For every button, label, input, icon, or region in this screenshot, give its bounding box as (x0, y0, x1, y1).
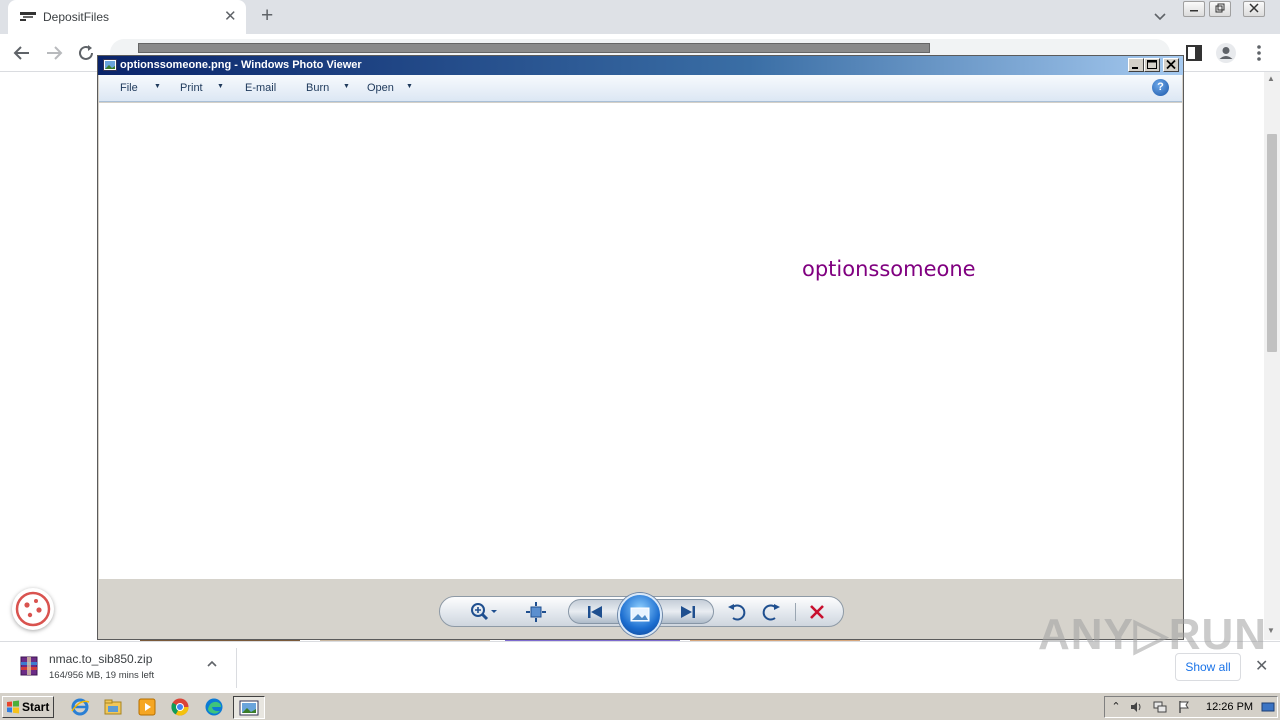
windows-logo-icon (7, 700, 19, 714)
scroll-down-icon[interactable]: ▼ (1267, 626, 1275, 635)
close-icon (1249, 3, 1259, 13)
photo-viewer-menubar: File ▼ Print ▼ E-mail Burn ▼ Open ▼ ? (99, 75, 1182, 102)
side-panel-icon[interactable] (1183, 42, 1205, 64)
pv-maximize-button[interactable] (1144, 58, 1160, 72)
browser-tab-strip: DepositFiles ✕ + (0, 0, 1280, 34)
reload-icon[interactable] (75, 42, 97, 64)
photo-viewer-window: optionssomeone.png - Windows Photo Viewe… (97, 55, 1184, 640)
winrar-archive-icon (20, 656, 38, 676)
pv-minimize-button[interactable] (1128, 58, 1144, 72)
restore-icon (1215, 3, 1225, 13)
photo-viewer-icon (239, 700, 259, 716)
start-label: Start (22, 700, 50, 714)
taskbar-clock[interactable]: 12:26 PM (1206, 701, 1253, 713)
scrollbar-thumb[interactable] (1267, 134, 1277, 352)
photo-viewer-controls (99, 579, 1182, 639)
rotate-left-icon[interactable] (725, 600, 749, 624)
file-explorer-icon[interactable] (103, 697, 123, 717)
chevron-down-icon[interactable] (1152, 8, 1168, 24)
photo-viewer-app-icon (103, 59, 117, 71)
cookie-settings-button[interactable] (12, 588, 54, 630)
network-icon[interactable] (1153, 700, 1167, 714)
menu-file[interactable]: File (120, 82, 138, 94)
download-divider (236, 648, 237, 688)
slideshow-button[interactable] (618, 593, 662, 637)
control-divider (795, 603, 796, 621)
chevron-down-icon[interactable]: ▼ (343, 83, 350, 90)
chevron-down-icon[interactable]: ▼ (406, 83, 413, 90)
background-window-remnant (138, 43, 930, 53)
volume-icon[interactable] (1129, 700, 1143, 714)
pv-close-button[interactable] (1163, 58, 1179, 72)
menu-email[interactable]: E-mail (245, 82, 276, 94)
back-arrow-icon[interactable] (11, 42, 33, 64)
profile-avatar-icon[interactable] (1215, 42, 1237, 64)
menu-open[interactable]: Open (367, 82, 394, 94)
close-icon (1166, 59, 1176, 70)
scroll-up-icon[interactable]: ▲ (1267, 74, 1275, 83)
photo-viewer-titlebar[interactable]: optionssomeone.png - Windows Photo Viewe… (98, 56, 1183, 75)
new-tab-button[interactable]: + (261, 4, 273, 28)
control-pill (439, 593, 844, 637)
show-desktop-icon[interactable] (1261, 700, 1275, 714)
browser-minimize-button[interactable] (1183, 1, 1205, 17)
anyrun-watermark: ANY▷RUN (1038, 610, 1268, 659)
menu-print[interactable]: Print (180, 82, 203, 94)
help-icon[interactable]: ? (1152, 79, 1169, 96)
maximize-icon (1147, 60, 1157, 69)
tray-expand-icon[interactable]: ⌃ (1109, 700, 1123, 714)
actual-size-icon[interactable] (524, 600, 548, 624)
cookie-icon (15, 591, 51, 627)
depositfiles-icon (20, 12, 36, 21)
minimize-icon (1190, 10, 1198, 12)
photo-viewer-task-button[interactable] (233, 696, 265, 719)
tab-title: DepositFiles (43, 10, 110, 24)
system-tray: ⌃ 12:26 PM (1104, 696, 1278, 718)
rotate-right-icon[interactable] (759, 600, 783, 624)
delete-icon[interactable] (805, 600, 829, 624)
download-filename[interactable]: nmac.to_sib850.zip (49, 652, 152, 666)
slideshow-icon (630, 607, 650, 622)
browser-close-button[interactable] (1243, 1, 1265, 17)
image-canvas: optionssomeone (99, 103, 1182, 579)
tab-close-icon[interactable]: ✕ (224, 7, 237, 25)
browser-restore-button[interactable] (1209, 1, 1231, 17)
download-status: 164/956 MB, 19 mins left (49, 670, 155, 681)
start-button[interactable]: Start (2, 696, 54, 718)
image-content-text: optionssomeone (802, 257, 976, 281)
page-scrollbar[interactable]: ▲ ▼ (1264, 72, 1280, 640)
minimize-icon (1132, 67, 1138, 69)
photo-viewer-title: optionssomeone.png - Windows Photo Viewe… (120, 59, 362, 71)
chevron-down-icon[interactable]: ▼ (154, 83, 161, 90)
menu-kebab-icon[interactable] (1248, 42, 1270, 64)
chrome-icon[interactable] (170, 697, 190, 717)
chevron-up-icon[interactable] (205, 657, 219, 671)
previous-icon[interactable] (583, 600, 607, 624)
next-icon[interactable] (676, 600, 700, 624)
internet-explorer-icon[interactable] (70, 697, 90, 717)
windows-taskbar: Start ⌃ 12:26 PM (0, 692, 1280, 720)
forward-arrow-icon[interactable] (43, 42, 65, 64)
action-center-flag-icon[interactable] (1177, 700, 1191, 714)
chevron-down-icon[interactable]: ▼ (217, 83, 224, 90)
tab-depositfiles[interactable]: DepositFiles ✕ (8, 0, 246, 34)
edge-icon[interactable] (204, 697, 224, 717)
zoom-icon[interactable] (468, 600, 500, 624)
menu-burn[interactable]: Burn (306, 82, 329, 94)
media-player-icon[interactable] (137, 697, 157, 717)
